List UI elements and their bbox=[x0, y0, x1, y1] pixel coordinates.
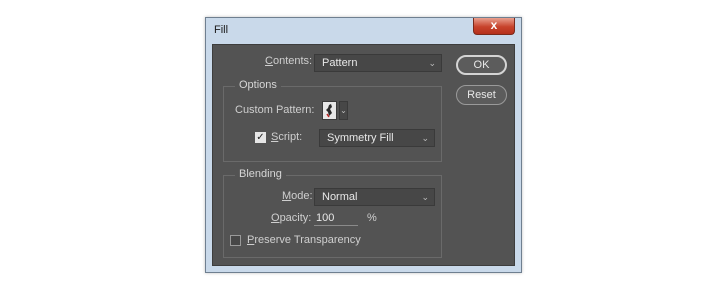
pattern-thumbnail[interactable] bbox=[322, 101, 337, 120]
custom-pattern-label: Custom Pattern: bbox=[235, 104, 315, 116]
pattern-picker-dropdown[interactable]: ⌄ bbox=[339, 101, 348, 120]
script-label: Script: bbox=[271, 131, 303, 143]
mode-value: Normal bbox=[322, 191, 358, 203]
opacity-label: Opacity: bbox=[271, 212, 312, 224]
options-group-label: Options bbox=[235, 79, 281, 91]
pattern-icon bbox=[326, 104, 332, 118]
chevron-down-icon: ⌄ bbox=[340, 106, 347, 115]
check-icon: ✓ bbox=[256, 132, 265, 143]
window-title: Fill bbox=[214, 24, 229, 36]
chevron-down-icon: ⌄ bbox=[428, 58, 436, 68]
script-checkbox[interactable]: ✓ bbox=[255, 132, 266, 143]
fill-dialog: Fill x Contents: Pattern ⌄ Options Custo… bbox=[205, 17, 522, 273]
ok-button[interactable]: OK bbox=[456, 55, 507, 75]
title-bar[interactable]: Fill x bbox=[206, 18, 521, 44]
dialog-body: Contents: Pattern ⌄ Options Custom Patte… bbox=[212, 44, 515, 266]
chevron-down-icon: ⌄ bbox=[421, 133, 429, 143]
blending-group-label: Blending bbox=[235, 168, 286, 180]
close-icon: x bbox=[490, 18, 498, 32]
options-group bbox=[223, 86, 442, 162]
chevron-down-icon: ⌄ bbox=[421, 192, 429, 202]
opacity-unit: % bbox=[367, 212, 377, 224]
contents-value: Pattern bbox=[322, 57, 358, 69]
mode-label: Mode: bbox=[282, 190, 313, 202]
reset-button[interactable]: Reset bbox=[456, 85, 507, 105]
opacity-input[interactable] bbox=[314, 210, 358, 226]
close-button[interactable]: x bbox=[473, 18, 515, 35]
contents-select[interactable]: Pattern ⌄ bbox=[314, 54, 442, 72]
script-select[interactable]: Symmetry Fill ⌄ bbox=[319, 129, 435, 147]
script-value: Symmetry Fill bbox=[327, 132, 394, 144]
contents-label: Contents: bbox=[265, 55, 313, 67]
mode-select[interactable]: Normal ⌄ bbox=[314, 188, 435, 206]
preserve-transparency-label: Preserve Transparency bbox=[247, 234, 361, 246]
preserve-transparency-checkbox[interactable] bbox=[230, 235, 241, 246]
